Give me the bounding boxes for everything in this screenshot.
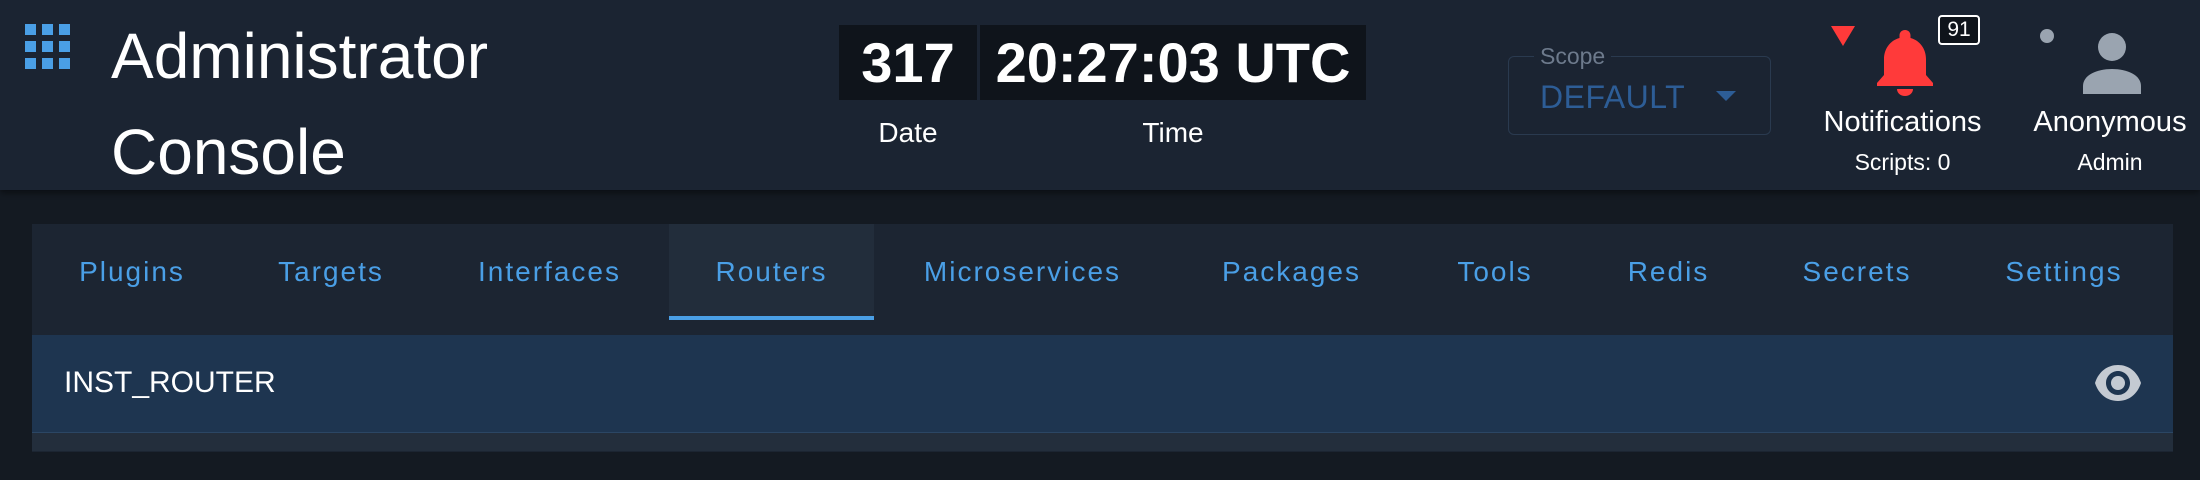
clock-time-label: Time	[1142, 117, 1204, 148]
apps-grid-icon[interactable]	[25, 24, 70, 69]
tab-redis[interactable]: Redis	[1578, 224, 1759, 320]
clock-time-value: 20:27:03 UTC	[980, 25, 1366, 100]
tab-packages[interactable]: Packages	[1171, 224, 1412, 320]
scope-label: Scope	[1534, 42, 1612, 70]
alert-triangle-icon	[1831, 26, 1855, 46]
clock-date-label: Date	[878, 117, 938, 148]
scope-value: DEFAULT	[1540, 79, 1686, 115]
tab-label: Redis	[1627, 256, 1710, 287]
active-tab-indicator	[669, 316, 874, 320]
tab-targets[interactable]: Targets	[232, 224, 430, 320]
top-app-bar: Administrator Console 317 20:27:03 UTC D…	[0, 0, 2200, 190]
list-footer	[32, 433, 2173, 451]
scripts-status: Scripts: 0	[1854, 149, 1951, 175]
person-icon[interactable]	[2081, 32, 2143, 94]
tab-label: Tools	[1457, 256, 1533, 287]
tab-label: Plugins	[79, 256, 185, 287]
tab-bar: Plugins Targets Interfaces Routers Micro…	[32, 224, 2173, 320]
scope-select[interactable]: Scope DEFAULT	[1508, 42, 1771, 135]
clock-date-value: 317	[839, 25, 977, 100]
user-name[interactable]: Anonymous	[2020, 104, 2200, 140]
tab-secrets[interactable]: Secrets	[1759, 224, 1955, 320]
user-status-dot	[2040, 29, 2054, 43]
bell-icon[interactable]	[1876, 30, 1934, 96]
tab-settings[interactable]: Settings	[1955, 224, 2173, 320]
tab-plugins[interactable]: Plugins	[32, 224, 232, 320]
tab-label: Packages	[1222, 256, 1361, 287]
app-title: Administrator Console	[111, 20, 488, 188]
tab-routers[interactable]: Routers	[669, 224, 874, 320]
user-role: Admin	[2077, 149, 2143, 175]
notifications-label[interactable]: Notifications	[1810, 104, 1995, 140]
chevron-down-icon	[1716, 91, 1736, 101]
tab-label: Microservices	[923, 256, 1122, 287]
tab-label: Settings	[2005, 256, 2123, 287]
list-item[interactable]: INST_ROUTER	[32, 335, 2173, 433]
router-name: INST_ROUTER	[64, 366, 276, 399]
tab-label: Secrets	[1802, 256, 1912, 287]
notification-count-badge: 91	[1938, 15, 1980, 45]
eye-icon[interactable]	[2095, 365, 2141, 401]
tab-tools[interactable]: Tools	[1412, 224, 1578, 320]
tab-label: Interfaces	[478, 256, 621, 287]
tab-label: Routers	[715, 256, 828, 287]
tab-label: Targets	[278, 256, 384, 287]
tab-microservices[interactable]: Microservices	[874, 224, 1171, 320]
tab-interfaces[interactable]: Interfaces	[430, 224, 669, 320]
